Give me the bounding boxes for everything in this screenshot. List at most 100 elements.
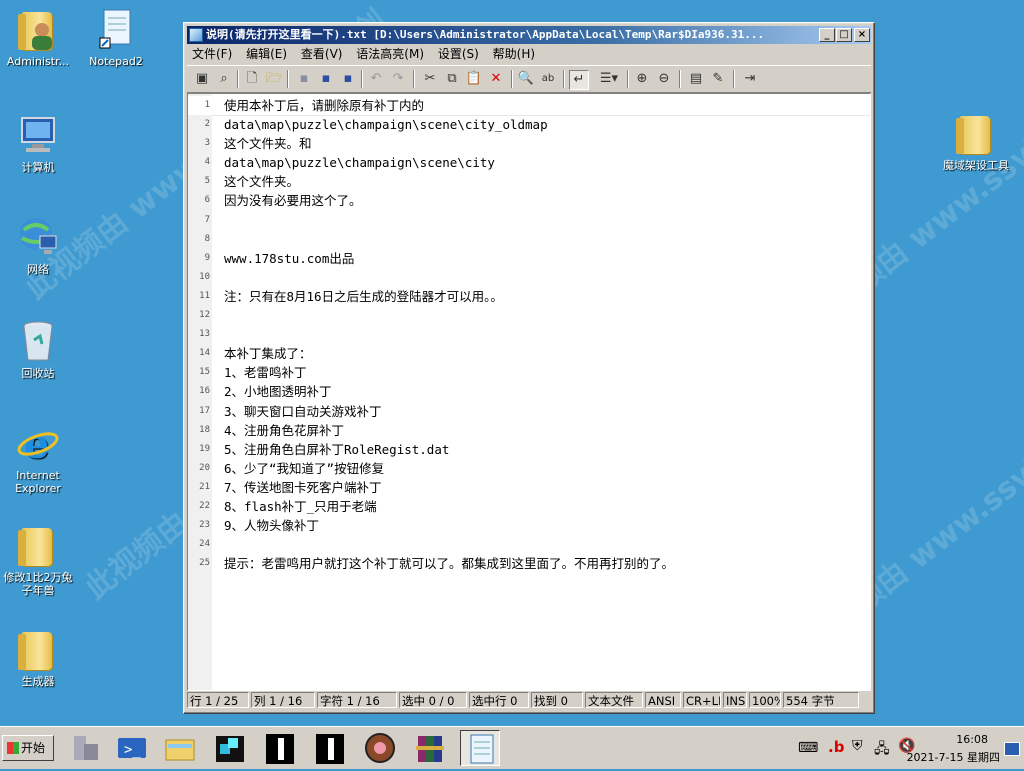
- editor-line[interactable]: 4 data\map\puzzle\champaign\scene\city: [188, 153, 870, 172]
- internet-explorer-icon: e: [16, 420, 60, 468]
- save-as-icon[interactable]: ▪: [317, 70, 335, 88]
- security-shield-icon[interactable]: ⛨: [852, 738, 863, 754]
- line-number: 9: [204, 252, 210, 263]
- undo-icon[interactable]: ↶: [367, 70, 385, 88]
- editor-line[interactable]: 1 使用本补丁后，请删除原有补丁内的: [188, 96, 870, 116]
- word-wrap-icon[interactable]: ↵: [569, 70, 589, 90]
- title-bar[interactable]: 说明(请先打开这里看一下).txt [D:\Users\Administrato…: [187, 26, 871, 44]
- line-number: 16: [199, 386, 210, 397]
- desktop-icon-internet-explorer[interactable]: e Internet Explorer: [0, 420, 76, 495]
- editor-line[interactable]: 15 1、老雷鸣补丁: [188, 363, 870, 382]
- network-tray-icon[interactable]: 🖧: [874, 738, 890, 762]
- status-encoding[interactable]: ANSI: [645, 692, 681, 708]
- editor-line[interactable]: 13: [188, 325, 870, 344]
- taskbar-server-manager[interactable]: [66, 730, 106, 766]
- desktop-icon-folder-generator[interactable]: 生成器: [0, 626, 76, 688]
- desktop-icon-computer[interactable]: 计算机: [0, 112, 76, 174]
- line-text: 注：只有在8月16日之后生成的登陆器才可以用。。: [224, 288, 503, 304]
- editor-line[interactable]: 16 2、小地图透明补丁: [188, 382, 870, 401]
- desktop-icon-label: 修改1比2万兔子年兽: [3, 571, 73, 597]
- line-text: www.178stu.com出品: [224, 250, 355, 266]
- open-folder-icon[interactable]: 🗁: [265, 70, 283, 88]
- copy-icon[interactable]: ⧉: [443, 70, 461, 88]
- find-icon[interactable]: 🔍: [517, 70, 535, 88]
- taskbar-notepad2[interactable]: [460, 730, 500, 766]
- line-text: 5、注册角色白屏补丁RoleRegist.dat: [224, 441, 450, 457]
- paste-icon[interactable]: 📋: [465, 70, 483, 88]
- editor-line[interactable]: 2 data\map\puzzle\champaign\scene\city_ol…: [188, 115, 870, 134]
- desktop-icon-folder-tools[interactable]: 魔域架设工具: [936, 110, 1016, 172]
- zoom-out-icon[interactable]: ⊖: [655, 70, 673, 88]
- desktop-icon-network[interactable]: 网络: [0, 214, 76, 276]
- editor-line[interactable]: 5 这个文件夹。: [188, 172, 870, 191]
- zoom-in-icon[interactable]: ⊕: [633, 70, 651, 88]
- taskbar-app-round[interactable]: [360, 730, 400, 766]
- b-app-tray-icon[interactable]: .b: [828, 738, 844, 756]
- editor-line[interactable]: 20 6、少了“我知道了”按钮修复: [188, 459, 870, 478]
- toolbar: ▣ ⌕ 🗋 🗁 ▪ ▪ ▪ ↶ ↷ ✂ ⧉ 📋 ✕ 🔍 ab ↵ ☰▾ ⊕ ⊖ …: [187, 65, 871, 93]
- desktop-icon-administrator[interactable]: Administr...: [0, 6, 76, 68]
- taskbar-powershell[interactable]: >_: [112, 730, 152, 766]
- show-desktop-icon[interactable]: [1004, 742, 1020, 756]
- editor-line[interactable]: 25 提示：老雷鸣用户就打这个补丁就可以了。都集成到这里面了。不用再打别的了。: [188, 554, 870, 573]
- replace-icon[interactable]: ab: [539, 70, 557, 88]
- program-menu-icon[interactable]: ▣: [193, 70, 211, 88]
- editor-line[interactable]: 6 因为没有必要用这个了。: [188, 191, 870, 210]
- taskbar-winrar[interactable]: [410, 730, 450, 766]
- desktop-icon-notepad2[interactable]: Notepad2: [78, 6, 154, 68]
- toolbar-separator: [627, 70, 629, 88]
- editor-line[interactable]: 21 7、传送地图卡死客户端补丁: [188, 478, 870, 497]
- maximize-button[interactable]: □: [836, 28, 852, 42]
- menu-view[interactable]: 查看(V): [296, 45, 348, 64]
- editor-line[interactable]: 24: [188, 535, 870, 554]
- menu-help[interactable]: 帮助(H): [488, 45, 540, 64]
- menu-file[interactable]: 文件(F): [187, 45, 237, 64]
- editor-line[interactable]: 14 本补丁集成了：: [188, 344, 870, 363]
- editor-line[interactable]: 17 3、聊天窗口自动关游戏补丁: [188, 402, 870, 421]
- view-options-icon[interactable]: ☰▾: [595, 70, 623, 88]
- editor-line[interactable]: 19 5、注册角色白屏补丁RoleRegist.dat: [188, 440, 870, 459]
- editor-line[interactable]: 18 4、注册角色花屏补丁: [188, 421, 870, 440]
- editor-line[interactable]: 9 www.178stu.com出品: [188, 249, 870, 268]
- editor-line[interactable]: 23 9、人物头像补丁: [188, 516, 870, 535]
- save-icon[interactable]: ▪: [295, 70, 313, 88]
- user-folder-icon: [16, 6, 60, 52]
- editor-line[interactable]: 22 8、flash补丁_只用于老端: [188, 497, 870, 516]
- taskbar-app-cube[interactable]: [210, 730, 250, 766]
- redo-icon[interactable]: ↷: [389, 70, 407, 88]
- start-button[interactable]: 开始: [2, 735, 54, 761]
- schemes-icon[interactable]: ▤: [687, 70, 705, 88]
- menu-edit[interactable]: 编辑(E): [241, 45, 292, 64]
- line-number: 3: [204, 138, 210, 149]
- editor-line[interactable]: 7: [188, 211, 870, 230]
- status-line-endings[interactable]: CR+LF: [683, 692, 721, 708]
- editor-line[interactable]: 3 这个文件夹。和: [188, 134, 870, 153]
- minimize-button[interactable]: _: [819, 28, 835, 42]
- taskbar-explorer[interactable]: [160, 730, 200, 766]
- cut-icon[interactable]: ✂: [421, 70, 439, 88]
- save-copy-icon[interactable]: ▪: [339, 70, 357, 88]
- line-number: 21: [199, 481, 210, 492]
- menu-settings[interactable]: 设置(S): [433, 45, 484, 64]
- text-editor[interactable]: 1 使用本补丁后，请删除原有补丁内的 2 data\map\puzzle\champa…: [187, 93, 871, 691]
- exit-icon[interactable]: ⇥: [741, 70, 759, 88]
- editor-line[interactable]: 12: [188, 306, 870, 325]
- clock-date[interactable]: 2021-7-15 星期四: [907, 749, 1000, 765]
- line-text: 4、注册角色花屏补丁: [224, 422, 345, 438]
- customize-icon[interactable]: ✎: [709, 70, 727, 88]
- keyboard-icon[interactable]: ⌨: [798, 740, 818, 756]
- taskbar-app-one-second[interactable]: [310, 730, 350, 766]
- clock-time[interactable]: 16:08: [956, 733, 988, 746]
- desktop-icon-recycle-bin[interactable]: 回收站: [0, 318, 76, 380]
- close-button[interactable]: ×: [854, 28, 870, 42]
- editor-line[interactable]: 11 注：只有在8月16日之后生成的登陆器才可以用。。: [188, 287, 870, 306]
- editor-line[interactable]: 8: [188, 230, 870, 249]
- editor-line[interactable]: 10: [188, 268, 870, 287]
- taskbar-app-one[interactable]: [260, 730, 300, 766]
- find-file-icon[interactable]: ⌕: [215, 70, 233, 88]
- new-file-icon[interactable]: 🗋: [243, 70, 261, 88]
- delete-icon[interactable]: ✕: [487, 70, 505, 88]
- status-file-type[interactable]: 文本文件: [585, 692, 643, 708]
- menu-syntax[interactable]: 语法高亮(M): [351, 45, 429, 64]
- desktop-icon-folder-modify[interactable]: 修改1比2万兔子年兽: [0, 522, 76, 597]
